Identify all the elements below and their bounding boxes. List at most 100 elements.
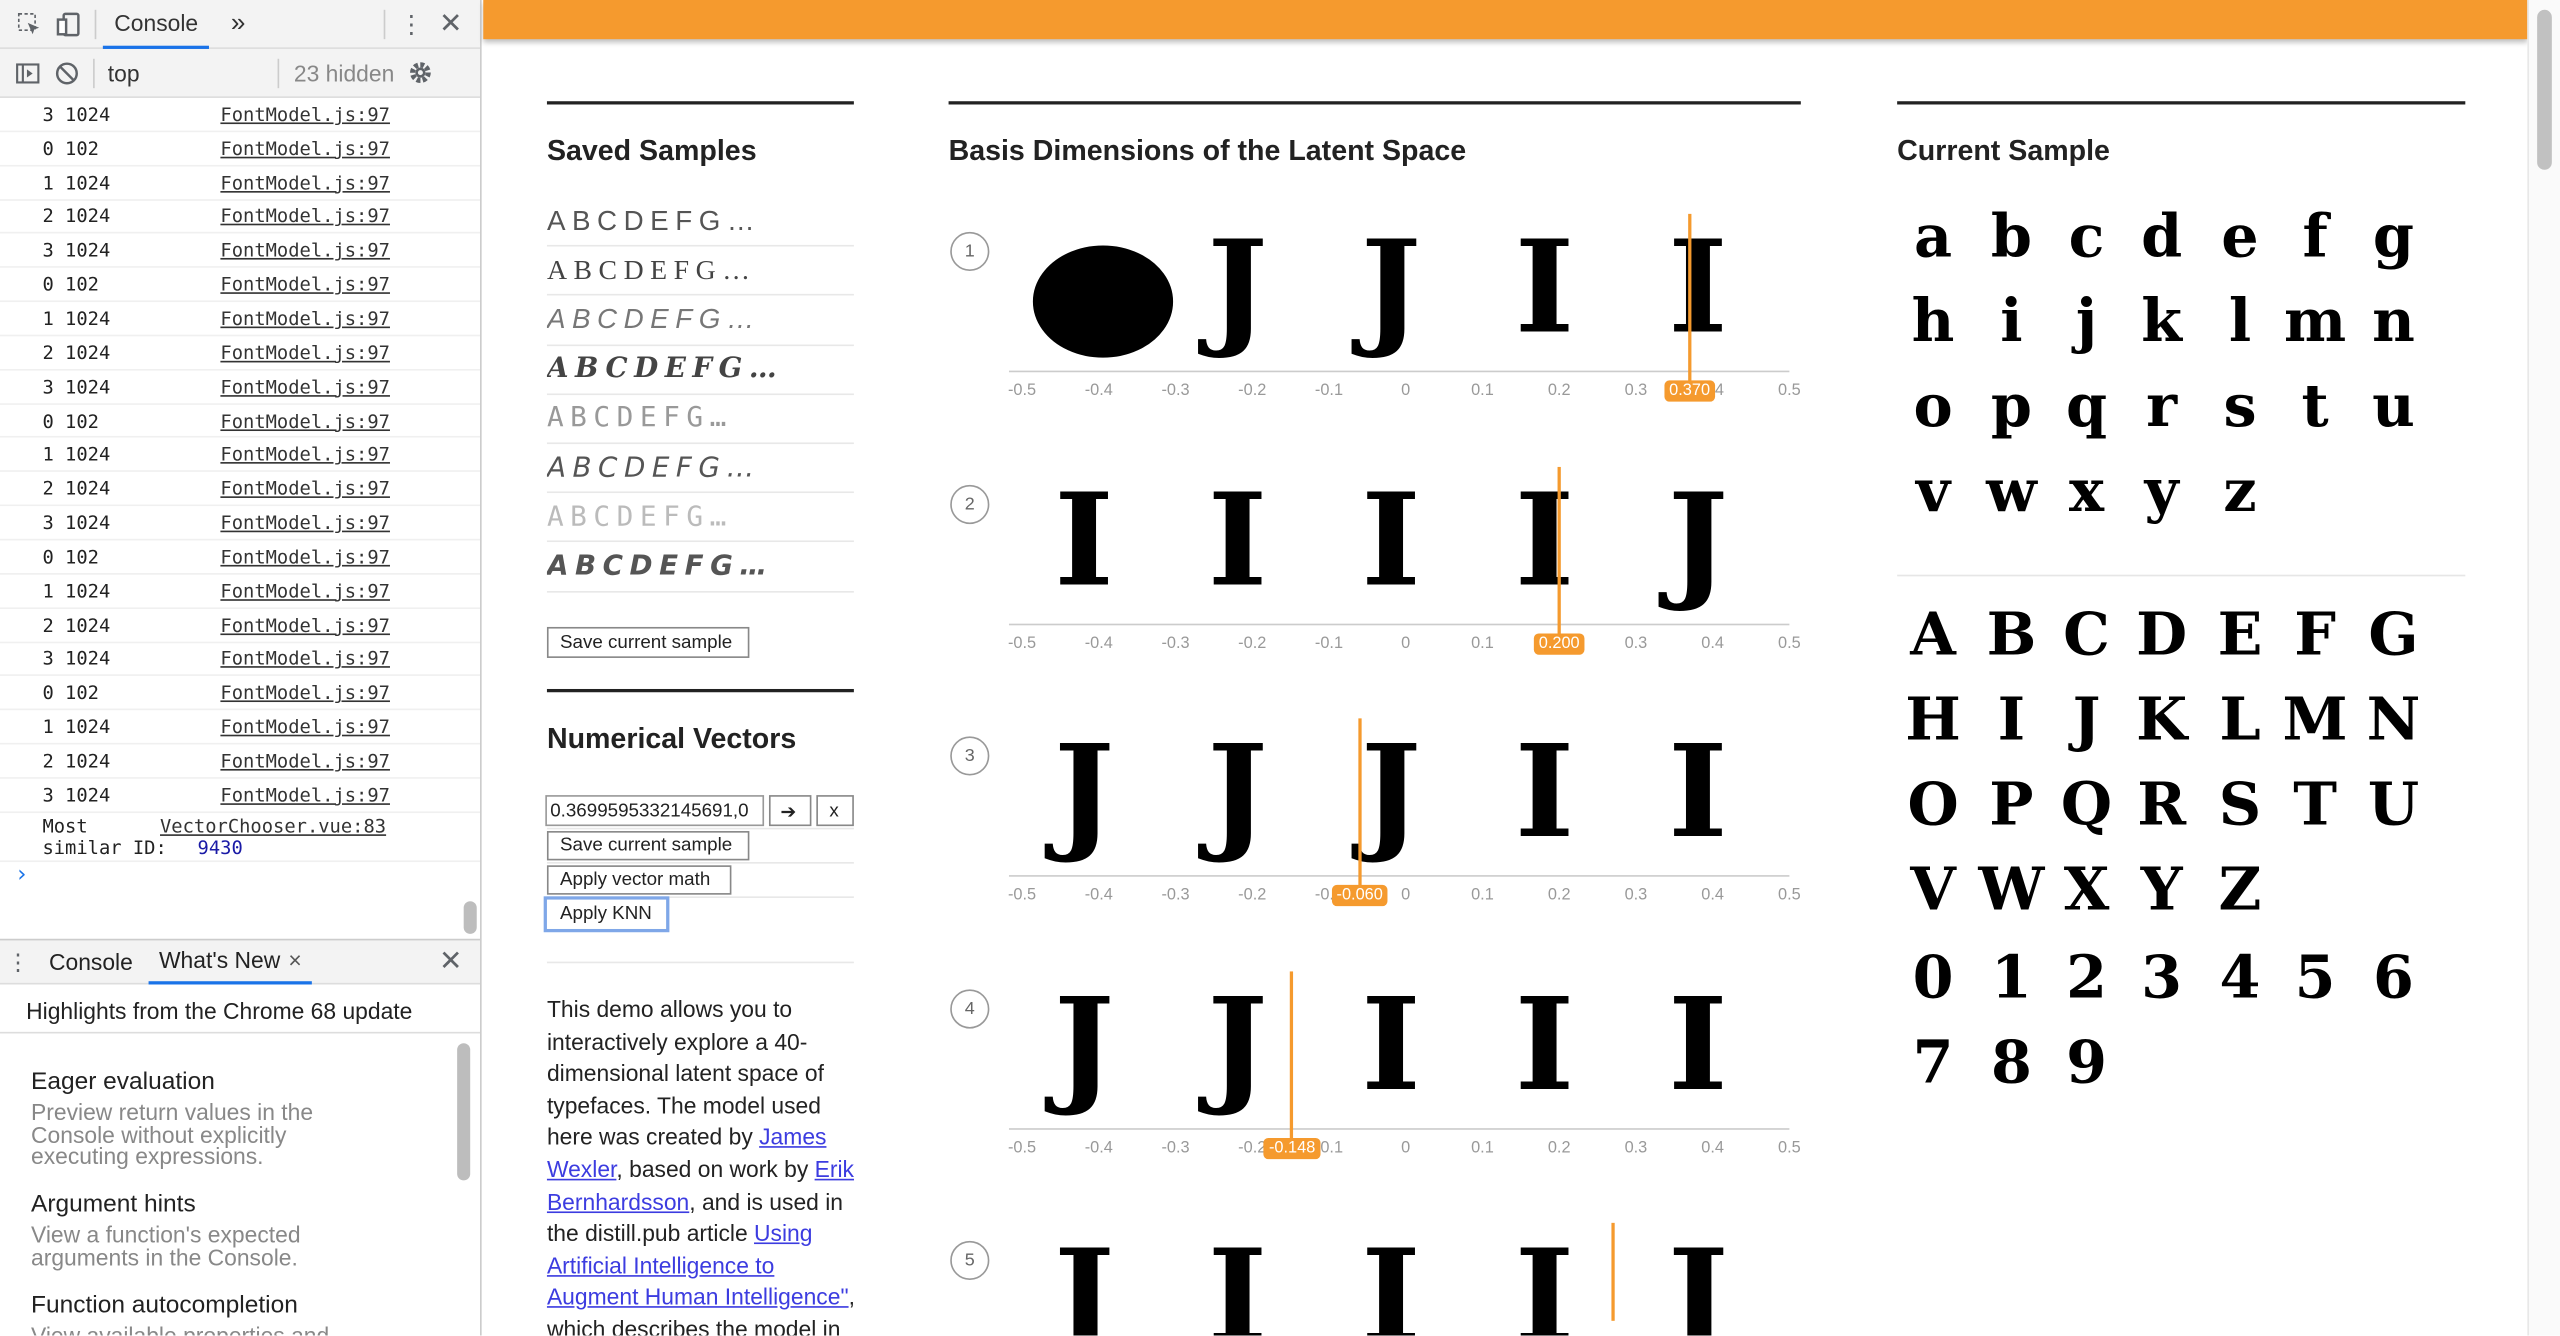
- whats-new-item[interactable]: Argument hints View a function's expecte…: [31, 1190, 358, 1268]
- console-prompt[interactable]: ›: [0, 862, 480, 895]
- log-source-link[interactable]: FontModel.js:97: [220, 579, 390, 602]
- page-scrollbar[interactable]: [2527, 0, 2560, 1336]
- value-marker[interactable]: [1290, 970, 1294, 1143]
- log-source-link[interactable]: FontModel.js:97: [220, 375, 390, 398]
- log-source-link[interactable]: FontModel.js:97: [220, 137, 390, 160]
- clear-console-icon[interactable]: [47, 53, 86, 92]
- glyph-sample: J: [1053, 1222, 1115, 1336]
- tab-console[interactable]: Console: [102, 0, 210, 49]
- current-glyph: 4: [2219, 943, 2261, 1013]
- close-tab-icon[interactable]: ×: [288, 947, 301, 973]
- drawer-tab-whats-new[interactable]: What's New ×: [149, 939, 312, 985]
- tick-label: 0.1: [1471, 634, 1494, 653]
- close-drawer-button[interactable]: ✕: [431, 942, 470, 981]
- current-glyph: L: [2219, 685, 2261, 755]
- save-current-sample-button-2[interactable]: Save current sample: [546, 831, 750, 861]
- gear-icon[interactable]: [401, 53, 440, 92]
- apply-vector-button[interactable]: ➔: [768, 795, 812, 827]
- log-source-link[interactable]: FontModel.js:97: [220, 103, 390, 126]
- log-row: 3 1024 FontModel.js:97: [0, 506, 480, 541]
- log-message: 2 1024: [42, 204, 111, 228]
- saved-sample[interactable]: ABCDEFG…: [546, 296, 854, 346]
- devtools-toolbar: Console » ⋮ ✕: [0, 0, 480, 49]
- clear-vector-button[interactable]: x: [816, 795, 854, 827]
- log-source-link[interactable]: FontModel.js:97: [220, 477, 390, 500]
- log-source-link[interactable]: VectorChooser.vue:83: [160, 814, 386, 837]
- saved-sample[interactable]: ABCDEFG…: [546, 395, 854, 445]
- vector-input[interactable]: [545, 795, 765, 827]
- log-source-link[interactable]: FontModel.js:97: [220, 783, 390, 806]
- tick-label: -0.4: [1084, 1138, 1113, 1157]
- context-selector[interactable]: top: [101, 60, 271, 86]
- close-devtools-button[interactable]: ✕: [431, 4, 470, 43]
- log-source-link[interactable]: FontModel.js:97: [220, 307, 390, 330]
- console-scrollbar[interactable]: [463, 901, 477, 934]
- saved-sample[interactable]: ABCDEFG…: [546, 493, 854, 543]
- tick-label: 0: [1401, 1138, 1411, 1157]
- log-message: 0 102: [42, 136, 99, 160]
- inspect-icon[interactable]: [10, 4, 49, 43]
- log-source-link[interactable]: FontModel.js:97: [220, 613, 390, 636]
- log-source-link[interactable]: FontModel.js:97: [220, 749, 390, 772]
- toolbar-separator: [93, 57, 95, 88]
- log-message: similar ID:: [42, 835, 167, 859]
- log-message: 2 1024: [42, 749, 111, 773]
- page-scrollbar-thumb[interactable]: [2537, 9, 2552, 170]
- saved-sample[interactable]: ABCDEFG…: [546, 198, 854, 247]
- log-row-most-similar: Most VectorChooser.vue:83 similar ID: 9430: [0, 813, 480, 862]
- saved-sample[interactable]: ABCDEFG…: [546, 444, 854, 494]
- glyph-sample: I: [1668, 970, 1728, 1120]
- hidden-count[interactable]: 23 hidden: [286, 60, 394, 86]
- log-source-link[interactable]: FontModel.js:97: [220, 409, 390, 432]
- tick-label: 0: [1401, 886, 1411, 905]
- glyph-sample: I: [1514, 213, 1575, 363]
- more-tabs-button[interactable]: »: [219, 0, 256, 48]
- log-row: 2 1024 FontModel.js:97: [0, 745, 480, 779]
- log-source-link[interactable]: FontModel.js:97: [220, 341, 390, 364]
- log-source-link[interactable]: FontModel.js:97: [220, 171, 390, 194]
- log-source-link[interactable]: FontModel.js:97: [220, 239, 390, 262]
- log-source-link[interactable]: FontModel.js:97: [220, 681, 390, 704]
- current-glyph: N: [2366, 685, 2421, 755]
- tick-label: 0.3: [1624, 382, 1648, 400]
- whats-new-item[interactable]: Function autocompletion View available p…: [31, 1291, 358, 1335]
- log-source-link[interactable]: FontModel.js:97: [220, 545, 390, 568]
- tick-label: 0.2: [1547, 1138, 1571, 1157]
- whats-new-item[interactable]: Eager evaluation Preview return values i…: [31, 1068, 358, 1168]
- tick-label: 0.1: [1471, 1138, 1494, 1157]
- glyph-sample: I: [1668, 718, 1728, 867]
- apply-vector-math-button[interactable]: Apply vector math: [546, 865, 732, 895]
- log-source-link[interactable]: FontModel.js:97: [220, 443, 390, 466]
- log-source-link[interactable]: FontModel.js:97: [220, 511, 390, 534]
- log-source-link[interactable]: FontModel.js:97: [220, 273, 390, 296]
- log-source-link[interactable]: FontModel.js:97: [220, 205, 390, 228]
- saved-sample[interactable]: ABCDEFG…: [546, 247, 854, 297]
- glyph-sample: ●: [1022, 202, 1184, 376]
- value-marker[interactable]: [1687, 213, 1692, 386]
- log-row: 3 1024 FontModel.js:97: [0, 779, 480, 813]
- save-current-sample-button[interactable]: Save current sample: [546, 626, 750, 658]
- current-glyph: Z: [2218, 855, 2262, 925]
- sidebar-toggle-icon[interactable]: [8, 53, 47, 92]
- drawer-tab-console[interactable]: Console: [29, 949, 149, 975]
- log-source-link[interactable]: FontModel.js:97: [220, 715, 390, 738]
- tick-label: -0.5: [1007, 886, 1037, 905]
- current-glyph: P: [1989, 770, 2034, 840]
- value-marker[interactable]: [1557, 466, 1561, 638]
- value-marker[interactable]: [1611, 1222, 1615, 1321]
- kebab-menu-icon[interactable]: ⋮: [392, 4, 431, 43]
- saved-sample[interactable]: ABCDEFG…: [546, 543, 854, 592]
- device-toggle-icon[interactable]: [49, 4, 88, 43]
- saved-sample[interactable]: ABCDEFG…: [546, 345, 854, 395]
- value-marker[interactable]: [1358, 718, 1362, 890]
- dimension-number: 5: [950, 1240, 990, 1280]
- toolbar-separator: [277, 57, 280, 88]
- divider: [546, 827, 854, 830]
- toolbar-separator: [383, 8, 386, 39]
- drawer-scrollbar[interactable]: [457, 1043, 471, 1181]
- drawer-menu-icon[interactable]: ⋮: [7, 942, 30, 981]
- apply-knn-button[interactable]: Apply KNN: [543, 896, 670, 933]
- current-glyph: 2: [2066, 943, 2107, 1013]
- axis-line: [1008, 370, 1790, 373]
- log-source-link[interactable]: FontModel.js:97: [220, 647, 390, 670]
